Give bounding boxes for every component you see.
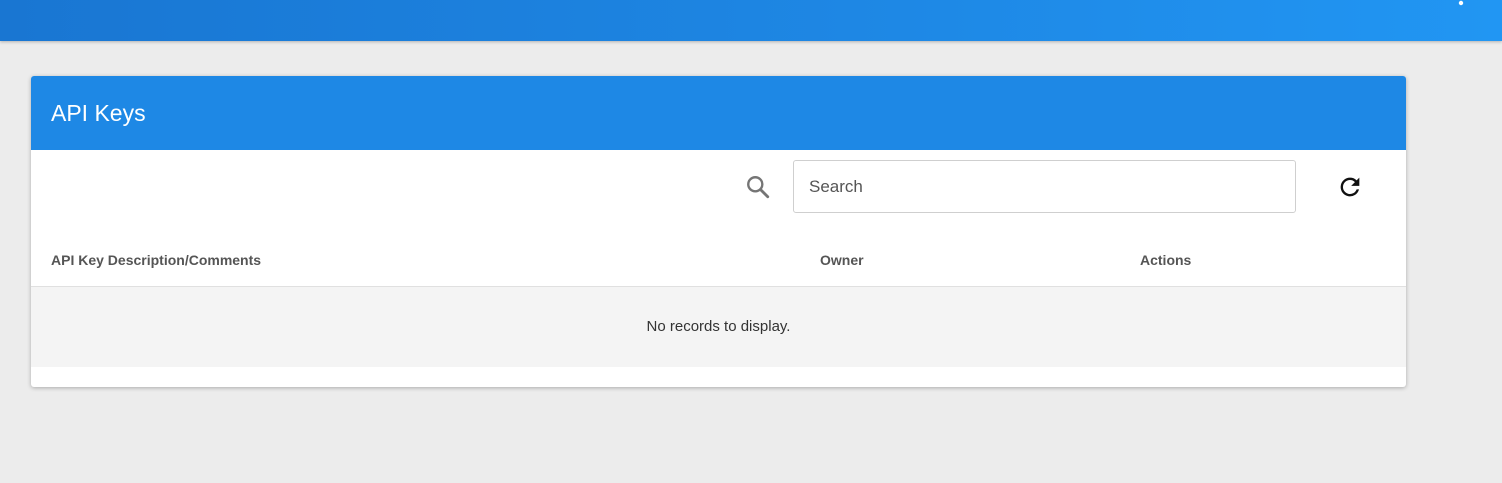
- search-icon: [747, 176, 770, 199]
- app-top-bar: [0, 0, 1502, 41]
- card-header: API Keys: [31, 76, 1406, 150]
- more-vert-icon[interactable]: [1458, 0, 1464, 6]
- column-header-description[interactable]: API Key Description/Comments: [51, 250, 261, 270]
- column-header-owner[interactable]: Owner: [820, 250, 864, 270]
- refresh-button[interactable]: [1334, 173, 1366, 203]
- search-input[interactable]: [793, 160, 1296, 213]
- empty-state-message: No records to display.: [646, 318, 791, 335]
- refresh-icon: [1340, 177, 1360, 197]
- table-empty-row: No records to display.: [31, 287, 1406, 367]
- page-title: API Keys: [51, 100, 146, 126]
- column-header-actions: Actions: [1140, 252, 1192, 268]
- api-keys-card: API Keys API Key Description/Comments Ow…: [31, 76, 1406, 387]
